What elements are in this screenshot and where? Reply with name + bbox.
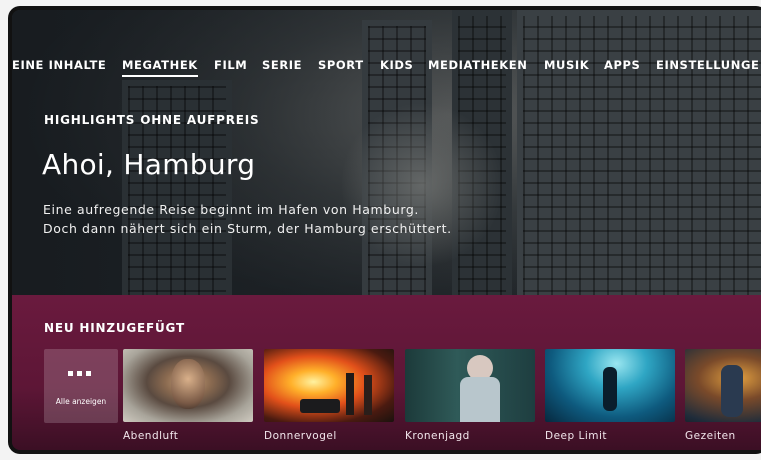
diver-thumbnail bbox=[545, 349, 675, 422]
card-title: Deep Limit bbox=[545, 430, 608, 442]
portrait-thumbnail bbox=[123, 349, 253, 422]
hero-description-line: Eine aufregende Reise beginnt im Hafen v… bbox=[43, 202, 419, 217]
nav-item-meine-inhalte[interactable]: EINE INHALTE bbox=[12, 58, 106, 72]
more-icon bbox=[68, 371, 91, 376]
nav-item-musik[interactable]: MUSIK bbox=[544, 58, 589, 72]
tv-screen: EINE INHALTE MEGATHEK FILM SERIE SPORT K… bbox=[12, 10, 761, 450]
tv-frame: EINE INHALTE MEGATHEK FILM SERIE SPORT K… bbox=[8, 6, 761, 454]
nav-item-kids[interactable]: KIDS bbox=[380, 58, 413, 72]
hero-description: Eine aufregende Reise beginnt im Hafen v… bbox=[43, 200, 513, 238]
content-card[interactable]: Abendluft bbox=[123, 349, 253, 442]
smoke-image bbox=[342, 100, 502, 270]
content-card[interactable]: Kronenjagd bbox=[405, 349, 535, 442]
nav-item-einstellungen[interactable]: EINSTELLUNGE bbox=[656, 58, 759, 72]
card-title: Gezeiten bbox=[685, 430, 736, 442]
new-added-row: NEU HINZUGEFÜGT Alle anzeigen Abendluft … bbox=[12, 295, 761, 450]
nav-item-mediatheken[interactable]: MEDIATHEKEN bbox=[428, 58, 527, 72]
hero-description-line: Doch dann nähert sich ein Sturm, der Ham… bbox=[43, 221, 452, 236]
explosion-thumbnail bbox=[264, 349, 394, 422]
content-card[interactable]: Deep Limit bbox=[545, 349, 675, 442]
row-title: NEU HINZUGEFÜGT bbox=[44, 321, 185, 335]
show-all-label: Alle anzeigen bbox=[55, 397, 107, 406]
card-title: Abendluft bbox=[123, 430, 179, 442]
card-title: Donnervogel bbox=[264, 430, 337, 442]
woman-forest-thumbnail bbox=[405, 349, 535, 422]
main-navigation: EINE INHALTE MEGATHEK FILM SERIE SPORT K… bbox=[12, 58, 761, 78]
content-card[interactable]: Donnervogel bbox=[264, 349, 394, 442]
figure-thumbnail bbox=[685, 349, 761, 422]
nav-item-megathek[interactable]: MEGATHEK bbox=[122, 58, 198, 77]
content-card[interactable]: Gezeiten bbox=[685, 349, 761, 442]
nav-item-apps[interactable]: APPS bbox=[604, 58, 640, 72]
building-image bbox=[517, 10, 761, 310]
nav-item-sport[interactable]: SPORT bbox=[318, 58, 364, 72]
hero-eyebrow: HIGHLIGHTS OHNE AUFPREIS bbox=[44, 113, 260, 127]
show-all-button[interactable]: Alle anzeigen bbox=[44, 349, 118, 423]
hero-title: Ahoi, Hamburg bbox=[42, 148, 256, 181]
nav-item-film[interactable]: FILM bbox=[214, 58, 247, 72]
card-title: Kronenjagd bbox=[405, 430, 470, 442]
nav-item-serie[interactable]: SERIE bbox=[262, 58, 302, 72]
